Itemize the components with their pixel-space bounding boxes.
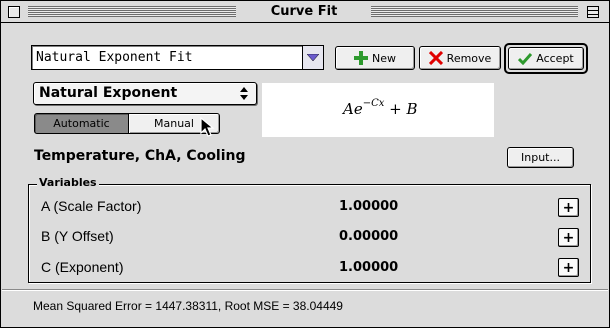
fit-dropdown-button[interactable] [302,45,324,70]
mode-automatic-segment[interactable]: Automatic [34,113,129,134]
variable-a-name: A (Scale Factor) [41,198,142,214]
green-check-icon [518,52,533,65]
remove-button-label: Remove [446,51,492,65]
popup-arrows-icon [240,87,248,100]
zoom-box-icon[interactable] [587,6,599,18]
chevron-down-icon [307,53,319,61]
equation-text: Ae−Cx + B [343,98,418,118]
close-box-icon[interactable] [8,6,20,18]
variable-c-value[interactable]: 1.00000 [339,260,398,275]
fit-name-field[interactable]: Natural Exponent Fit [31,45,303,70]
remove-button[interactable]: Remove [419,46,501,70]
input-button[interactable]: Input... [507,147,574,168]
status-bar: Mean Squared Error = 1447.38311, Root MS… [33,299,343,313]
window-title: Curve Fit [270,4,338,19]
green-plus-icon [354,51,368,65]
variable-a-value[interactable]: 1.00000 [339,199,398,214]
variable-b-plus-button[interactable]: + [558,228,579,247]
variable-b-name: B (Y Offset) [41,228,114,244]
equation-display: Ae−Cx + B [262,83,494,137]
accept-button[interactable]: Accept [508,47,584,70]
variables-label: Variables [37,176,99,190]
title-stripes-left [28,6,236,17]
variable-b-value[interactable]: 0.00000 [339,229,398,244]
title-bar[interactable]: Curve Fit [1,1,609,23]
curve-fit-window: Curve Fit Natural Exponent Fit New Remov… [0,0,610,328]
new-button[interactable]: New [335,46,415,70]
status-divider [2,289,608,291]
accept-button-label: Accept [536,52,574,65]
red-x-icon [428,51,443,65]
input-button-label: Input... [521,151,560,164]
mouse-pointer-icon [200,117,215,137]
dataset-name: Temperature, ChA, Cooling [34,148,246,164]
new-button-label: New [372,51,396,65]
variable-c-name: C (Exponent) [41,259,124,275]
title-stripes-right [371,6,578,17]
variable-c-plus-button[interactable]: + [558,258,579,277]
equation-exponent: −Cx [362,98,385,109]
model-popup-menu[interactable]: Natural Exponent [33,82,257,105]
equation-tail: + B [384,100,418,118]
model-popup-value: Natural Exponent [39,85,178,101]
variable-a-plus-button[interactable]: + [558,198,579,217]
equation-base: Ae [343,100,363,118]
